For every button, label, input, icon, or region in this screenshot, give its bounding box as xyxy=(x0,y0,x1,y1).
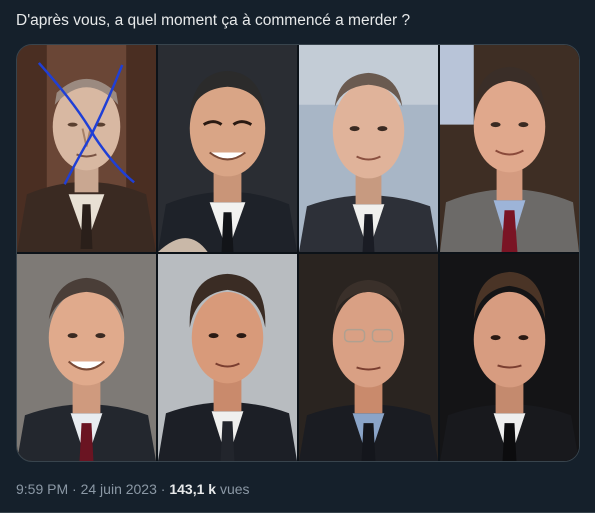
portrait-image xyxy=(158,254,297,461)
portrait-image xyxy=(158,45,297,252)
photo-portrait-8[interactable] xyxy=(440,254,579,461)
meta-separator: · xyxy=(160,481,166,497)
media-grid[interactable] xyxy=(16,44,580,462)
views-label: vues xyxy=(219,481,250,497)
tweet-text: D'après vous, a quel moment ça à commenc… xyxy=(16,12,411,29)
views-count: 143,1 k xyxy=(169,481,217,497)
photo-portrait-1[interactable] xyxy=(17,45,156,252)
photo-portrait-3[interactable] xyxy=(299,45,438,252)
meta-separator: · xyxy=(72,481,77,497)
portrait-image xyxy=(299,45,438,252)
tweet-date[interactable]: 24 juin 2023 xyxy=(81,481,157,497)
portrait-image xyxy=(17,45,156,252)
photo-portrait-5[interactable] xyxy=(17,254,156,461)
photo-portrait-7[interactable] xyxy=(299,254,438,461)
portrait-image xyxy=(440,254,579,461)
tweet-metadata: 9:59 PM · 24 juin 2023 · 143,1 k vues xyxy=(16,481,250,497)
portrait-image xyxy=(440,45,579,252)
photo-portrait-6[interactable] xyxy=(158,254,297,461)
portrait-image xyxy=(17,254,156,461)
tweet-time[interactable]: 9:59 PM xyxy=(16,481,68,497)
portrait-image xyxy=(299,254,438,461)
photo-portrait-4[interactable] xyxy=(440,45,579,252)
photo-portrait-2[interactable] xyxy=(158,45,297,252)
